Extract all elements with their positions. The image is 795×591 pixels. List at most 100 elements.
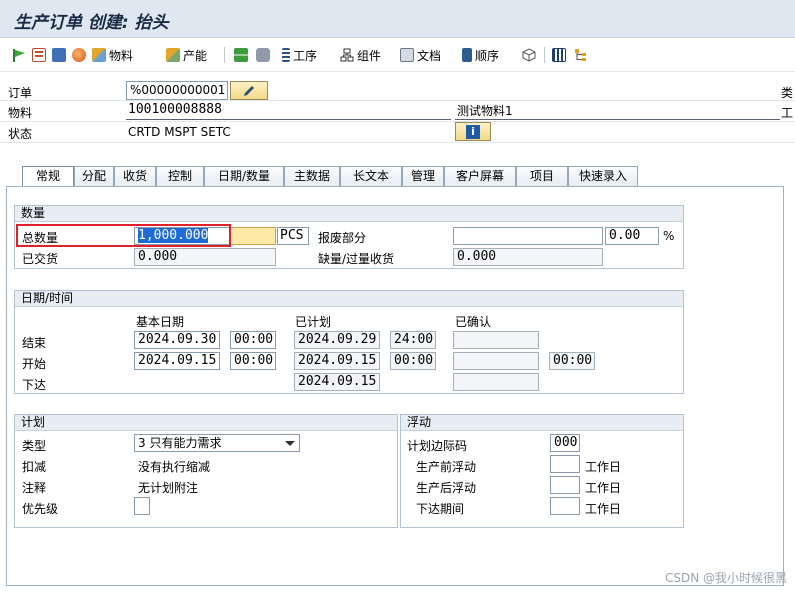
flag-button[interactable]: [12, 45, 26, 65]
operations-button[interactable]: 工序: [282, 45, 317, 65]
tab-general[interactable]: 常规: [22, 166, 74, 186]
material-field[interactable]: 100100008888: [126, 102, 451, 120]
hierarchy-icon: [234, 48, 248, 62]
end-basic-time[interactable]: 00:00: [230, 331, 276, 349]
unit-field[interactable]: PCS: [277, 227, 309, 245]
tab-project[interactable]: 项目: [516, 166, 568, 186]
note-label: 注释: [22, 481, 47, 495]
start-scheduled-time: 00:00: [390, 352, 436, 370]
tab-administration[interactable]: 管理: [402, 166, 444, 186]
type-label: 类: [781, 86, 794, 100]
sequences-icon: [462, 48, 472, 62]
status-info-button[interactable]: i: [455, 122, 491, 141]
short-excess-value: 0.000: [453, 248, 603, 266]
plant-label: 工: [781, 106, 794, 120]
tab-master-data[interactable]: 主数据: [284, 166, 340, 186]
scheduling-type-value: 3 只有能力需求: [138, 436, 222, 450]
calculator-button[interactable]: [52, 45, 66, 65]
basic-date-column: 基本日期: [136, 315, 185, 329]
dates-group-title: 日期/时间: [15, 291, 683, 307]
note-value: 无计划附注: [138, 481, 199, 495]
components-icon: [340, 48, 354, 62]
highlight-box: [16, 224, 231, 247]
material-icon: [92, 48, 106, 62]
sequences-button[interactable]: 顺序: [462, 45, 499, 65]
end-basic-date[interactable]: 2024.09.30: [134, 331, 220, 349]
sched-margin-label: 计划边际码: [407, 439, 468, 453]
start-confirmed-date: [453, 352, 539, 370]
divider: [0, 100, 795, 101]
end-scheduled-time: 24:00: [390, 331, 436, 349]
columns-icon: [552, 48, 566, 62]
end-confirmed-date: [453, 331, 539, 349]
float-before-unit: 工作日: [585, 460, 622, 474]
float-after-unit: 工作日: [585, 481, 622, 495]
calculator-icon: [52, 48, 66, 62]
tab-dates-quantities[interactable]: 日期/数量: [204, 166, 284, 186]
toolbar-separator: [224, 47, 225, 63]
tab-control[interactable]: 控制: [156, 166, 204, 186]
documents-icon: [400, 48, 414, 62]
columns-button[interactable]: [552, 45, 566, 65]
quantity-group-title: 数量: [15, 206, 683, 222]
release-period-input[interactable]: [550, 497, 580, 515]
print-button[interactable]: [256, 45, 270, 65]
globe-icon: [72, 48, 86, 62]
sequences-button-label: 顺序: [475, 48, 500, 63]
start-basic-time[interactable]: 00:00: [230, 352, 276, 370]
pencil-icon: [242, 84, 256, 98]
sched-margin-input[interactable]: 000: [550, 434, 580, 452]
start-label: 开始: [22, 357, 47, 371]
scrap-percent-input[interactable]: 0.00: [605, 227, 659, 245]
delivered-value: 0.000: [134, 248, 276, 266]
order-number-field[interactable]: %00000000001: [126, 81, 228, 100]
material-button[interactable]: 物料: [92, 45, 133, 65]
package-button[interactable]: [522, 45, 536, 65]
end-scheduled-date: 2024.09.29: [294, 331, 380, 349]
divider: [0, 121, 795, 122]
tab-long-text[interactable]: 长文本: [340, 166, 402, 186]
scheduling-type-select[interactable]: 3 只有能力需求: [134, 434, 300, 452]
reduction-label: 扣减: [22, 460, 47, 474]
planning-group-title: 计划: [15, 415, 397, 431]
watermark: CSDN @我小时候很黑: [664, 571, 787, 585]
float-before-input[interactable]: [550, 455, 580, 473]
document-button[interactable]: [32, 45, 46, 65]
chevron-down-icon: [285, 441, 295, 446]
routing-button[interactable]: [234, 45, 248, 65]
printer-icon: [256, 48, 270, 62]
start-scheduled-date: 2024.09.15: [294, 352, 380, 370]
float-after-label: 生产后浮动: [416, 481, 477, 495]
edit-order-button[interactable]: [230, 81, 268, 100]
end-label: 结束: [22, 336, 47, 350]
scrap-input[interactable]: [453, 227, 603, 245]
structure-button[interactable]: [574, 45, 588, 65]
status-label: 状态: [8, 127, 33, 141]
reduction-value: 没有执行缩减: [138, 460, 211, 474]
components-button[interactable]: 组件: [340, 45, 381, 65]
documents-button[interactable]: 文档: [400, 45, 441, 65]
start-basic-date[interactable]: 2024.09.15: [134, 352, 220, 370]
release-period-unit: 工作日: [585, 502, 622, 516]
start-confirmed-time: 00:00: [549, 352, 595, 370]
capacity-button[interactable]: 产能: [166, 45, 207, 65]
material-description: 测试物料1: [455, 102, 780, 120]
application-toolbar: 物料 产能 工序 组件 文档 顺序: [0, 38, 795, 72]
float-after-input[interactable]: [550, 476, 580, 494]
cube-icon: [522, 48, 536, 62]
toolbar-separator: [544, 47, 545, 63]
confirmed-column: 已确认: [455, 315, 492, 329]
release-period-label: 下达期间: [416, 502, 465, 516]
tab-goods-receipt[interactable]: 收货: [114, 166, 156, 186]
tab-assignment[interactable]: 分配: [74, 166, 114, 186]
tab-fast-entry[interactable]: 快速录入: [568, 166, 638, 186]
title-bar: 生产订单 创建: 抬头: [0, 0, 795, 38]
priority-input[interactable]: [134, 497, 150, 515]
document-red-icon: [32, 48, 46, 62]
page-title: 生产订单 创建: 抬头: [14, 13, 169, 33]
cost-button[interactable]: [72, 45, 86, 65]
capacity-icon: [166, 48, 180, 62]
operations-button-label: 工序: [293, 48, 318, 63]
tab-customer-screen[interactable]: 客户屏幕: [444, 166, 516, 186]
components-button-label: 组件: [357, 48, 382, 63]
